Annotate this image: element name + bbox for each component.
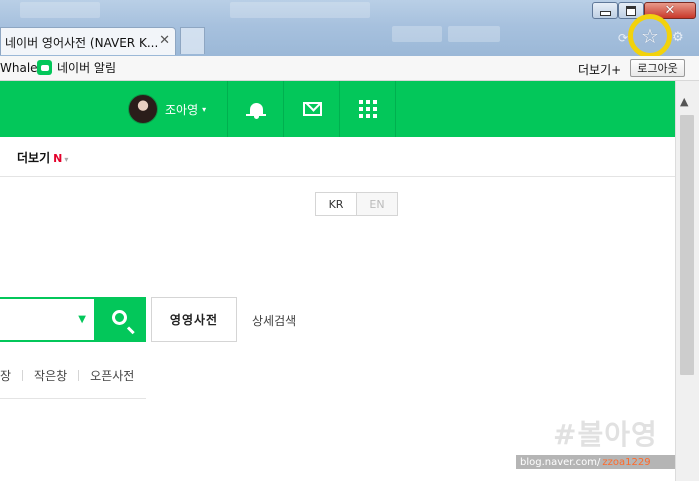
logout-button[interactable]: 로그아웃: [630, 59, 685, 77]
chevron-down-icon: ▾: [202, 104, 207, 114]
bookmark-alarm-label: 네이버 알림: [57, 61, 117, 75]
new-badge: N: [53, 152, 63, 165]
scroll-up-arrow-icon[interactable]: ▲: [680, 95, 688, 108]
nav-divider: [227, 81, 228, 137]
favorites-star-button[interactable]: ☆: [628, 14, 672, 58]
apps-grid-icon: [359, 100, 377, 118]
search-bar: ▼: [0, 297, 146, 342]
background-window-title: [230, 2, 370, 18]
maximize-icon: [626, 5, 636, 16]
watermark-name: #볼아영: [553, 418, 658, 451]
new-tab-button[interactable]: [180, 27, 205, 54]
close-icon: ✕: [664, 3, 676, 18]
tab-title: 네이버 영어사전 (NAVER K...: [5, 36, 159, 50]
mail-icon: [302, 102, 322, 116]
profile-name: 조아영: [165, 102, 199, 117]
bookmark-whale[interactable]: Whale: [0, 61, 38, 75]
apps-menu-button[interactable]: [356, 98, 380, 120]
watermark-url: blog.naver.com/zzoa1229: [516, 455, 675, 469]
tab-naver-dictionary[interactable]: 네이버 영어사전 (NAVER K... ✕: [0, 27, 176, 55]
language-toggle: KR EN: [315, 192, 398, 216]
minimize-icon: [599, 11, 611, 16]
bell-icon-base: [246, 114, 266, 116]
background-window-text: [392, 26, 442, 42]
quick-link-open-dictionary[interactable]: 오픈사전: [90, 367, 134, 384]
nav-divider: [283, 81, 284, 137]
naver-alarm-icon: [37, 60, 52, 75]
chevron-down-icon: ▾: [64, 155, 69, 164]
bookmark-bar: Whale 네이버 알림 더보기+ 로그아웃: [0, 56, 699, 81]
lang-kr-button[interactable]: KR: [316, 193, 357, 215]
service-subnav: 더보기 N ▾: [0, 137, 675, 177]
nav-divider: [339, 81, 340, 137]
watermark-url-text: blog.naver.com/: [520, 456, 601, 468]
bookmark-naver-alarm[interactable]: 네이버 알림: [37, 59, 116, 76]
quick-links-divider: [0, 398, 146, 399]
divider: [78, 370, 80, 381]
watermark-user: zzoa1229: [602, 456, 651, 468]
star-icon: ☆: [641, 24, 659, 48]
divider: [22, 370, 24, 381]
search-icon: [111, 310, 127, 325]
background-window-title: [20, 2, 100, 18]
mail-button[interactable]: [300, 98, 324, 120]
quick-links: 장 작은창 오픈사전: [0, 367, 134, 384]
profile-menu[interactable]: 조아영 ▾: [128, 94, 206, 124]
tab-close-icon[interactable]: ✕: [159, 33, 170, 48]
lang-en-button[interactable]: EN: [357, 193, 397, 215]
dropdown-caret-icon[interactable]: ▼: [78, 314, 86, 325]
detailed-search-link[interactable]: 상세검색: [252, 312, 296, 329]
english-english-dict-button[interactable]: 영영사전: [151, 297, 237, 342]
quick-link-small-window[interactable]: 작은창: [34, 367, 67, 384]
search-input[interactable]: ▼: [0, 297, 96, 342]
quick-link-partial[interactable]: 장: [0, 367, 11, 384]
browser-chrome: 네이버 영어사전 (NAVER K... ✕ ✕ ⟳ ⚙ ☆: [0, 0, 699, 58]
subnav-more-menu[interactable]: 더보기 N ▾: [17, 149, 68, 166]
settings-gear-icon[interactable]: ⚙: [672, 30, 684, 45]
avatar: [128, 94, 158, 124]
notification-bell-button[interactable]: [244, 98, 268, 120]
subnav-more-label: 더보기: [17, 151, 51, 165]
scroll-thumb[interactable]: [680, 115, 694, 375]
vertical-scrollbar[interactable]: ▲: [675, 81, 699, 481]
global-nav-bar: 조아영 ▾: [0, 81, 675, 137]
nav-divider: [395, 81, 396, 137]
reload-icon[interactable]: ⟳: [618, 31, 628, 45]
bookmark-more-link[interactable]: 더보기+: [578, 61, 621, 78]
minimize-button[interactable]: [592, 2, 618, 19]
search-button[interactable]: [96, 297, 146, 342]
background-window-text: [448, 26, 500, 42]
